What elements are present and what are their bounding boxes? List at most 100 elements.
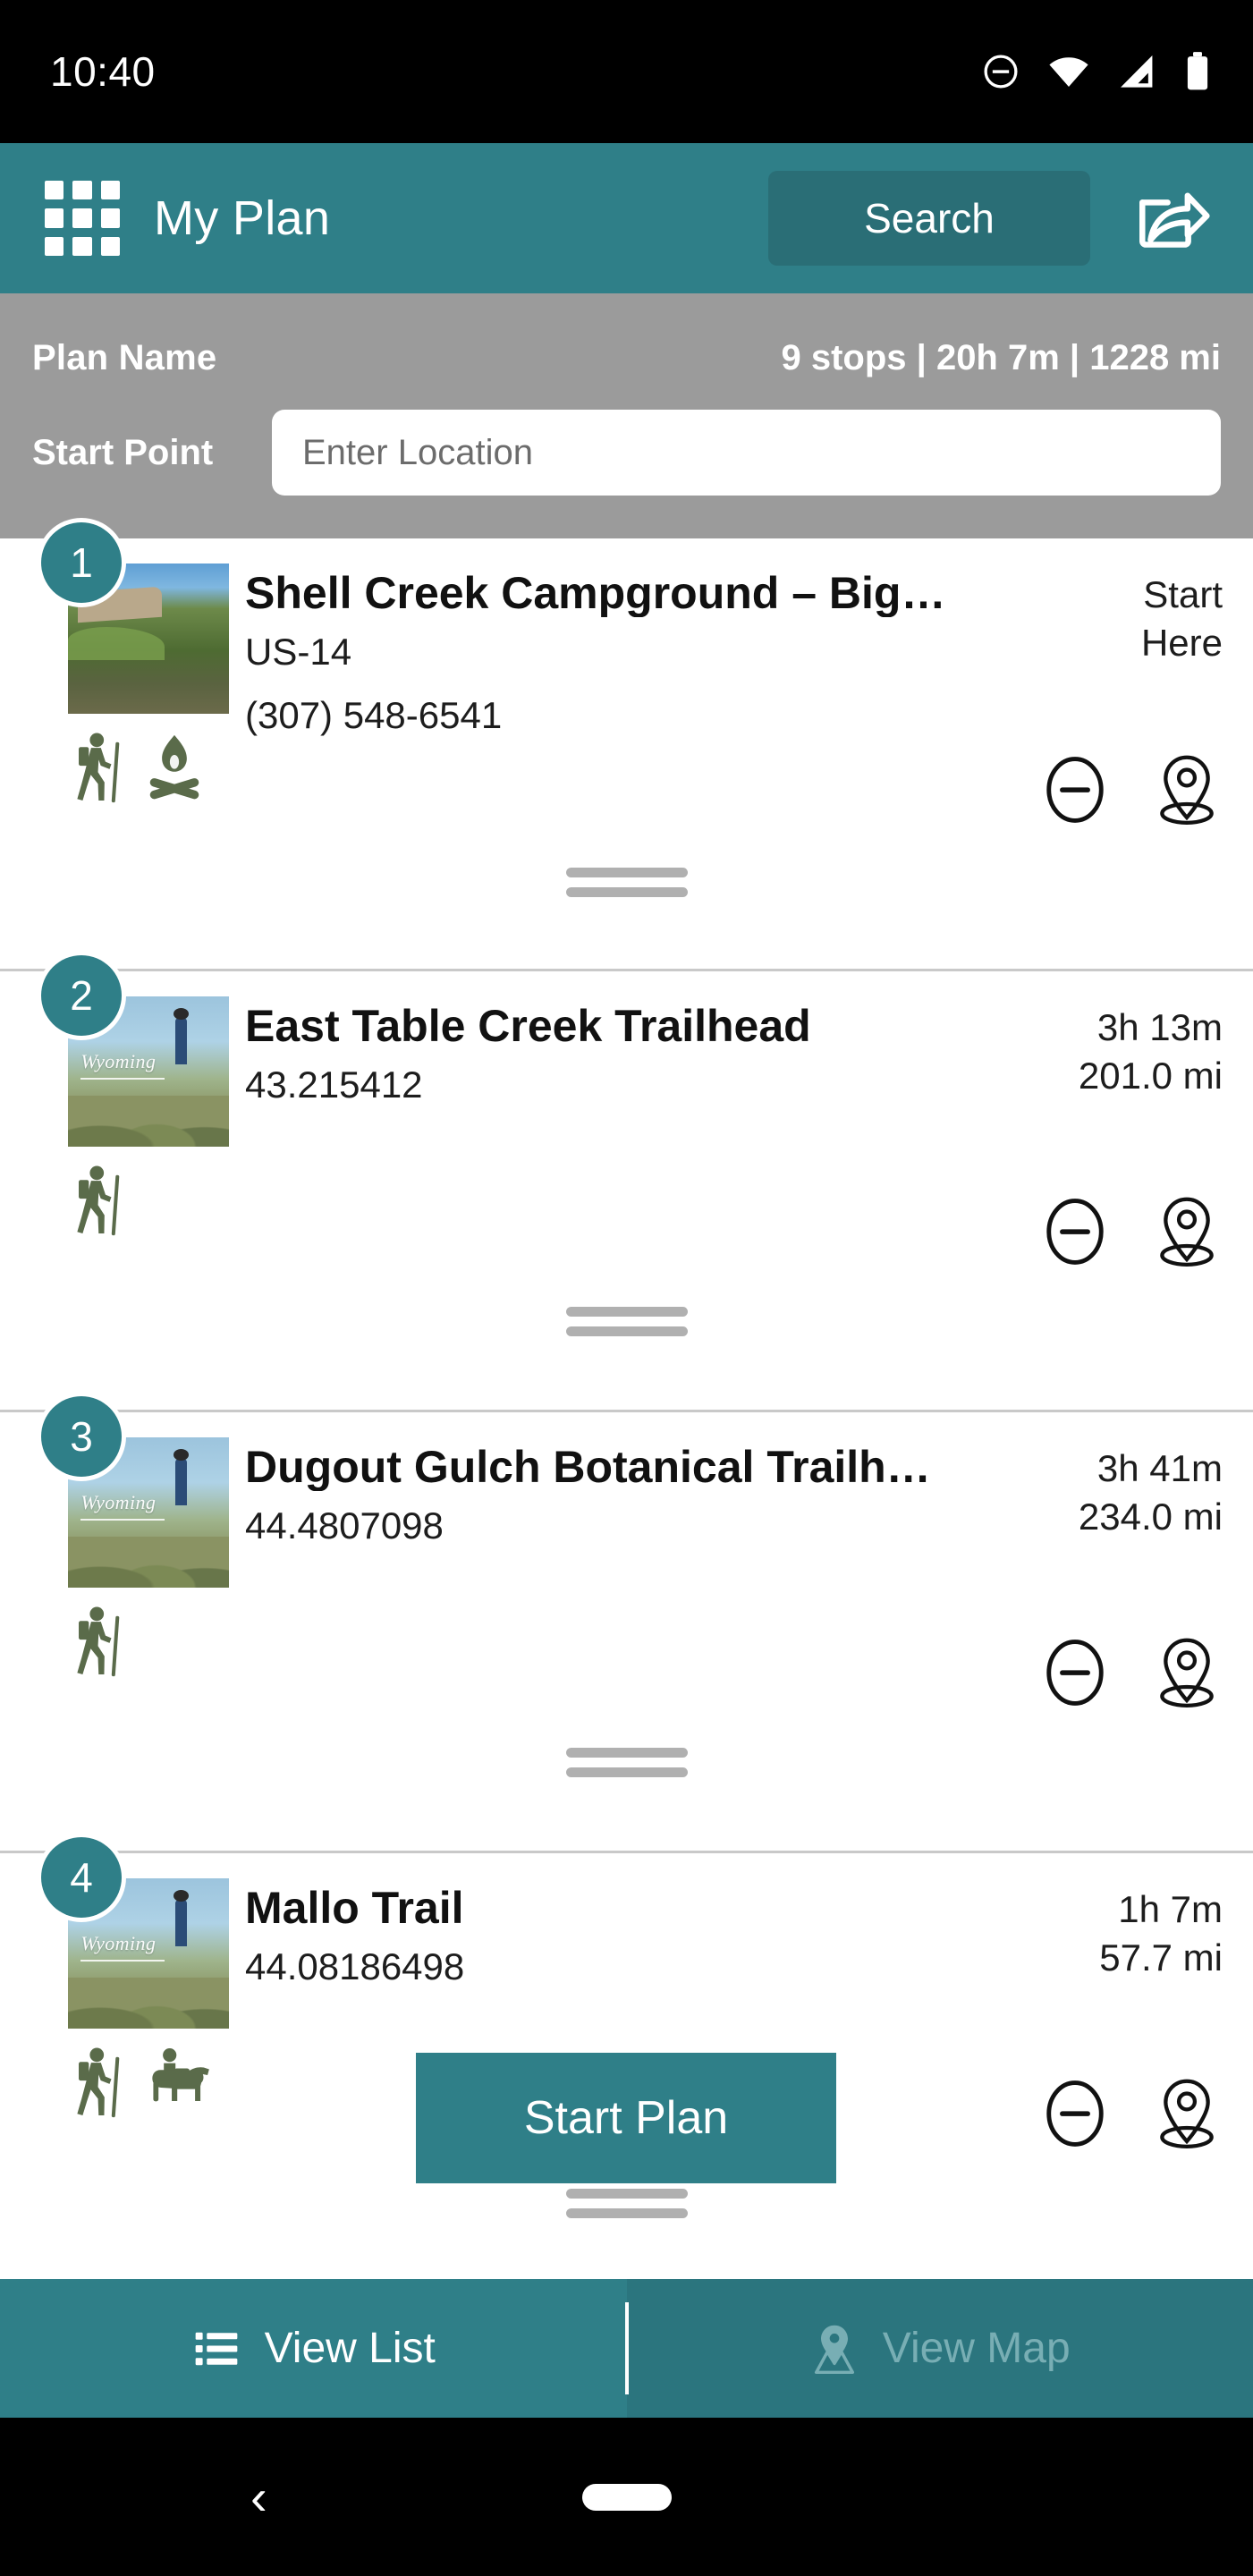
share-button[interactable] [1119, 165, 1226, 272]
bottom-navigation: View List View Map [0, 2279, 1253, 2418]
drag-handle[interactable] [565, 868, 688, 897]
page-title: My Plan [154, 191, 331, 245]
remove-stop-icon[interactable] [1040, 755, 1110, 825]
map-pin-icon[interactable] [1151, 1634, 1223, 1711]
thumbnail-hiker [174, 1007, 190, 1064]
plan-name-label[interactable]: Plan Name [32, 338, 216, 378]
grid-menu-icon[interactable] [45, 181, 120, 256]
search-button[interactable]: Search [768, 171, 1090, 266]
stop-number-badge: 4 [41, 1837, 122, 1918]
stop-actions [1040, 1634, 1223, 1711]
stop-phone[interactable]: (307) 548-6541 [245, 694, 985, 737]
phone-screen: 10:40 My Plan Search Plan Name 9 stops |… [0, 0, 1253, 2576]
stop-meta-time: Start [1143, 573, 1223, 615]
stop-actions [1040, 1193, 1223, 1270]
stop-info: East Table Creek Trailhead 43.215412 [234, 996, 985, 1238]
stop-subtitle: 44.4807098 [245, 1504, 444, 1546]
tab-view-map-label: View Map [882, 2325, 1071, 2372]
stop-thumbnail-column: Wyoming [0, 996, 234, 1238]
table-row[interactable]: 2 Wyoming East Table Creek Trailhead 43.… [0, 955, 1253, 1412]
stop-number-badge: 3 [41, 1396, 122, 1477]
activity-icon-row [68, 1163, 234, 1238]
stop-thumbnail-column [0, 564, 234, 805]
share-icon [1139, 192, 1210, 248]
start-point-label: Start Point [32, 432, 214, 472]
android-navigation-bar: ‹ [0, 2418, 1253, 2576]
table-row[interactable]: 1 Shell Creek Campground – Big… US-14 (3… [0, 522, 1253, 971]
thumbnail-wordmark-rule [80, 1959, 165, 1962]
status-icon-group [981, 51, 1212, 92]
thumbnail-hiker [174, 1448, 190, 1505]
stop-meta-time: 3h 13m [1096, 1006, 1223, 1048]
map-pin-icon[interactable] [1151, 1193, 1223, 1270]
stop-meta-distance: 201.0 mi [1078, 1054, 1223, 1097]
thumbnail-wordmark-rule [80, 1518, 165, 1521]
map-pin-icon [814, 2325, 854, 2374]
stop-meta-distance: 57.7 mi [1099, 1936, 1223, 1979]
status-clock: 10:40 [50, 48, 156, 95]
tab-view-map[interactable]: View Map [626, 2279, 1253, 2418]
cellular-signal-icon [1121, 55, 1153, 88]
plan-stats: 9 stops | 20h 7m | 1228 mi [781, 337, 1221, 377]
stop-title[interactable]: Mallo Trail [245, 1884, 985, 1932]
thumbnail-wordmark-rule [80, 1077, 165, 1080]
back-button[interactable]: ‹ [250, 2471, 267, 2522]
home-pill[interactable] [581, 2483, 672, 2511]
hiking-icon [77, 2047, 120, 2118]
thumbnail-wordmark: Wyoming [80, 1491, 157, 1514]
stop-thumbnail-column: Wyoming [0, 1437, 234, 1679]
stop-actions [1040, 751, 1223, 828]
list-icon [195, 2332, 237, 2365]
stop-info: Shell Creek Campground – Big… US-14 (307… [234, 564, 985, 805]
tab-view-list-label: View List [264, 2325, 436, 2372]
remove-stop-icon[interactable] [1040, 1197, 1110, 1267]
plan-summary-row: Plan Name 9 stops | 20h 7m | 1228 mi [32, 293, 1221, 399]
wifi-icon [1049, 57, 1088, 87]
drag-handle[interactable] [565, 2189, 688, 2218]
tab-view-list[interactable]: View List [0, 2279, 627, 2418]
stop-subtitle: 44.08186498 [245, 1945, 465, 1987]
stop-number-badge: 2 [41, 955, 122, 1036]
do-not-disturb-icon [984, 55, 1018, 89]
stop-subtitle: US-14 [245, 631, 352, 673]
thumbnail-foreground [68, 1095, 229, 1147]
battery-icon [1187, 52, 1208, 90]
activity-icon-row [68, 730, 234, 805]
remove-stop-icon[interactable] [1040, 1638, 1110, 1707]
nav-divider [624, 2302, 629, 2394]
stop-meta-distance: 234.0 mi [1078, 1495, 1223, 1538]
stop-info: Dugout Gulch Botanical Trailh… 44.480709… [234, 1437, 985, 1679]
hiking-icon [77, 733, 120, 803]
stop-title[interactable]: Dugout Gulch Botanical Trailh… [245, 1443, 985, 1491]
start-plan-button[interactable]: Start Plan [416, 2053, 836, 2183]
stop-subtitle: 43.215412 [245, 1063, 423, 1106]
app-header: My Plan Search [0, 143, 1253, 293]
remove-stop-icon[interactable] [1040, 2079, 1110, 2148]
horseback-riding-icon [152, 2048, 209, 2102]
campfire-icon [149, 734, 199, 800]
thumbnail-wordmark: Wyoming [80, 1932, 157, 1955]
map-pin-icon[interactable] [1151, 751, 1223, 828]
stop-meta-time: 1h 7m [1118, 1888, 1223, 1930]
stop-title[interactable]: Shell Creek Campground – Big… [245, 569, 985, 617]
stop-title[interactable]: East Table Creek Trailhead [245, 1002, 985, 1050]
stop-list[interactable]: 1 Shell Creek Campground – Big… US-14 (3… [0, 522, 1253, 2235]
plan-info-bar: Plan Name 9 stops | 20h 7m | 1228 mi Sta… [0, 293, 1253, 538]
start-point-input[interactable] [272, 410, 1221, 496]
status-bar: 10:40 [0, 0, 1253, 143]
activity-icon-row [68, 1604, 234, 1679]
table-row[interactable]: 3 Wyoming Dugout Gulch Botanical Trailh…… [0, 1396, 1253, 1853]
drag-handle[interactable] [565, 1307, 688, 1336]
stop-meta-distance: Here [1140, 621, 1223, 664]
start-point-row: Start Point [32, 399, 1221, 506]
stop-actions [1040, 2075, 1223, 2152]
map-pin-icon[interactable] [1151, 2075, 1223, 2152]
thumbnail-hiker [174, 1889, 190, 1946]
hiking-icon [77, 1165, 120, 1236]
hiking-icon [77, 1606, 120, 1677]
thumbnail-foreground [68, 1977, 229, 2029]
stop-meta-time: 3h 41m [1096, 1447, 1223, 1489]
stop-number-badge: 1 [41, 522, 122, 603]
thumbnail-foreground [68, 1536, 229, 1588]
drag-handle[interactable] [565, 1748, 688, 1777]
